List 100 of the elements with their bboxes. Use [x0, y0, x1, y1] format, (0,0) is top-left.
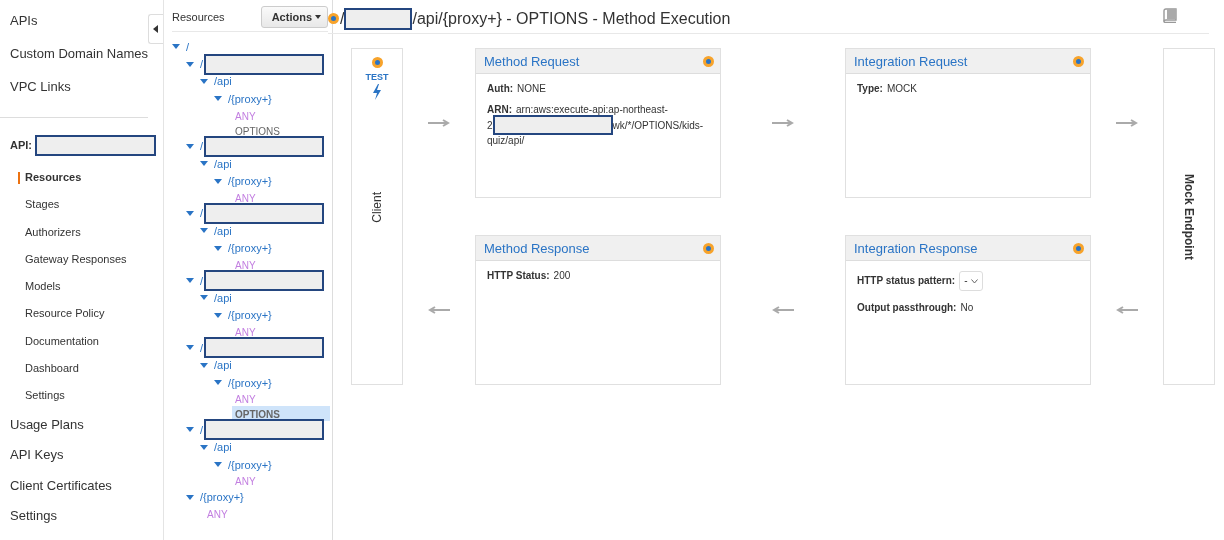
resource-link[interactable]: /{proxy+}	[228, 92, 272, 105]
nav-link[interactable]: Client Certificates	[0, 470, 122, 502]
page-title: /api/{proxy+} - OPTIONS - Method Execution	[412, 9, 731, 28]
actions-button[interactable]: Actions	[260, 5, 328, 28]
expand-caret-icon[interactable]	[214, 462, 222, 468]
resource-link[interactable]: /{proxy+}	[228, 376, 272, 389]
resource-link[interactable]: /	[200, 274, 204, 287]
resource-link[interactable]: /	[200, 423, 204, 436]
api-label: API:	[10, 139, 32, 151]
nav-sub-link[interactable]: Documentation	[0, 327, 99, 356]
nav-link[interactable]: Usage Plans	[0, 409, 94, 441]
resource-link[interactable]: /{proxy+}	[228, 309, 272, 322]
resource-link[interactable]: /api	[214, 157, 232, 170]
method-label: OPTIONS	[235, 125, 280, 137]
field-label: Output passthrough:	[857, 301, 957, 315]
expand-caret-icon[interactable]	[186, 278, 194, 284]
field-label: Type:	[857, 82, 883, 96]
right-arrow-icon	[428, 119, 450, 127]
method-item[interactable]: OPTIONS	[232, 122, 330, 138]
status-dot-icon	[328, 13, 339, 24]
nav-link[interactable]: API Keys	[0, 440, 74, 471]
resource-link[interactable]: /api	[214, 441, 232, 454]
expand-caret-icon[interactable]	[200, 228, 208, 234]
expand-caret-icon[interactable]	[186, 61, 194, 67]
expand-caret-icon[interactable]	[214, 178, 222, 184]
field-label: Auth:	[487, 82, 514, 96]
method-label: ANY	[235, 192, 256, 204]
resource-link[interactable]: /	[186, 40, 190, 53]
expand-caret-icon[interactable]	[200, 444, 208, 450]
nav-sub-link[interactable]: Models	[0, 273, 61, 301]
expand-caret-icon[interactable]	[186, 427, 194, 433]
method-item[interactable]: ANY	[232, 256, 330, 272]
test-link[interactable]: TEST	[365, 72, 389, 82]
expand-caret-icon[interactable]	[200, 161, 208, 167]
method-label: ANY	[235, 259, 256, 271]
expand-caret-icon[interactable]	[186, 345, 194, 351]
field-value: 2	[487, 118, 493, 132]
nav-sub-link[interactable]: Stages	[0, 191, 60, 219]
resource-link[interactable]: /api	[214, 75, 232, 88]
page-title: /	[340, 9, 345, 28]
nav-sub-link[interactable]: Authorizers	[0, 218, 81, 246]
status-pattern-select[interactable]: -	[959, 271, 983, 291]
nav-sub-link[interactable]: Dashboard	[0, 355, 79, 383]
nav-link[interactable]: VPC Links	[0, 70, 81, 103]
expand-caret-icon[interactable]	[214, 96, 222, 102]
collapse-button[interactable]	[148, 14, 163, 44]
endpoint-label: Mock Endpoint	[1182, 173, 1196, 260]
expand-caret-icon[interactable]	[200, 78, 208, 84]
method-item[interactable]: ANY	[232, 324, 330, 340]
lightning-icon[interactable]	[372, 84, 382, 100]
method-label: OPTIONS	[235, 409, 280, 421]
resource-link[interactable]: /{proxy+}	[228, 458, 272, 471]
resource-link[interactable]: /api	[214, 359, 232, 372]
method-label: ANY	[235, 476, 256, 488]
nav-sub-link[interactable]: Settings	[0, 382, 65, 410]
resource-link[interactable]: /{proxy+}	[200, 491, 244, 504]
left-arrow-icon	[428, 306, 450, 314]
expand-caret-icon[interactable]	[214, 245, 222, 251]
nav-link[interactable]: APIs	[0, 4, 48, 37]
method-item[interactable]: ANY	[204, 505, 302, 521]
resource-link[interactable]: /{proxy+}	[228, 242, 272, 255]
expand-caret-icon[interactable]	[214, 380, 222, 386]
method-item[interactable]: ANY	[232, 473, 330, 489]
nav-link[interactable]: Custom Domain Names	[0, 37, 158, 70]
status-dot-icon	[1073, 55, 1084, 67]
method-item[interactable]: ANY	[232, 391, 330, 407]
right-arrow-icon	[772, 119, 794, 127]
resource-link[interactable]: /	[200, 207, 204, 220]
expand-caret-icon[interactable]	[200, 362, 208, 368]
resource-link[interactable]: /api	[214, 292, 232, 304]
nav-sub-link[interactable]: Gateway Responses	[0, 245, 127, 274]
resource-link[interactable]: /{proxy+}	[228, 175, 272, 188]
field-value: No	[960, 301, 974, 315]
expand-caret-icon[interactable]	[172, 44, 180, 50]
field-value: NONE	[517, 82, 546, 96]
caret-icon	[315, 14, 321, 19]
resource-link[interactable]: /api	[214, 224, 232, 237]
field-value: quiz/api/	[487, 134, 526, 147]
nav-link[interactable]: Settings	[0, 501, 67, 532]
nav-sub-link[interactable]: Resource Policy	[0, 300, 105, 328]
expand-caret-icon[interactable]	[214, 312, 222, 318]
resource-link[interactable]: /	[200, 140, 204, 153]
nav-sub-link[interactable]: Resources	[0, 164, 82, 192]
field-label: HTTP Status:	[487, 269, 550, 283]
right-arrow-icon	[1116, 119, 1138, 127]
field-label: HTTP status pattern:	[857, 274, 956, 288]
chevron-down-icon	[970, 278, 978, 284]
resource-link[interactable]: /	[200, 341, 204, 354]
method-label: ANY	[235, 327, 256, 339]
expand-caret-icon[interactable]	[186, 210, 194, 216]
method-item[interactable]: ANY	[232, 107, 330, 123]
book-icon[interactable]	[1163, 8, 1177, 23]
resource-link[interactable]: /	[200, 58, 204, 71]
field-value: MOCK	[886, 82, 917, 96]
expand-caret-icon[interactable]	[200, 295, 208, 301]
field-value: 200	[553, 269, 571, 283]
method-label: ANY	[207, 508, 228, 520]
expand-caret-icon[interactable]	[186, 143, 194, 149]
expand-caret-icon[interactable]	[186, 494, 194, 500]
method-item[interactable]: ANY	[232, 189, 330, 205]
